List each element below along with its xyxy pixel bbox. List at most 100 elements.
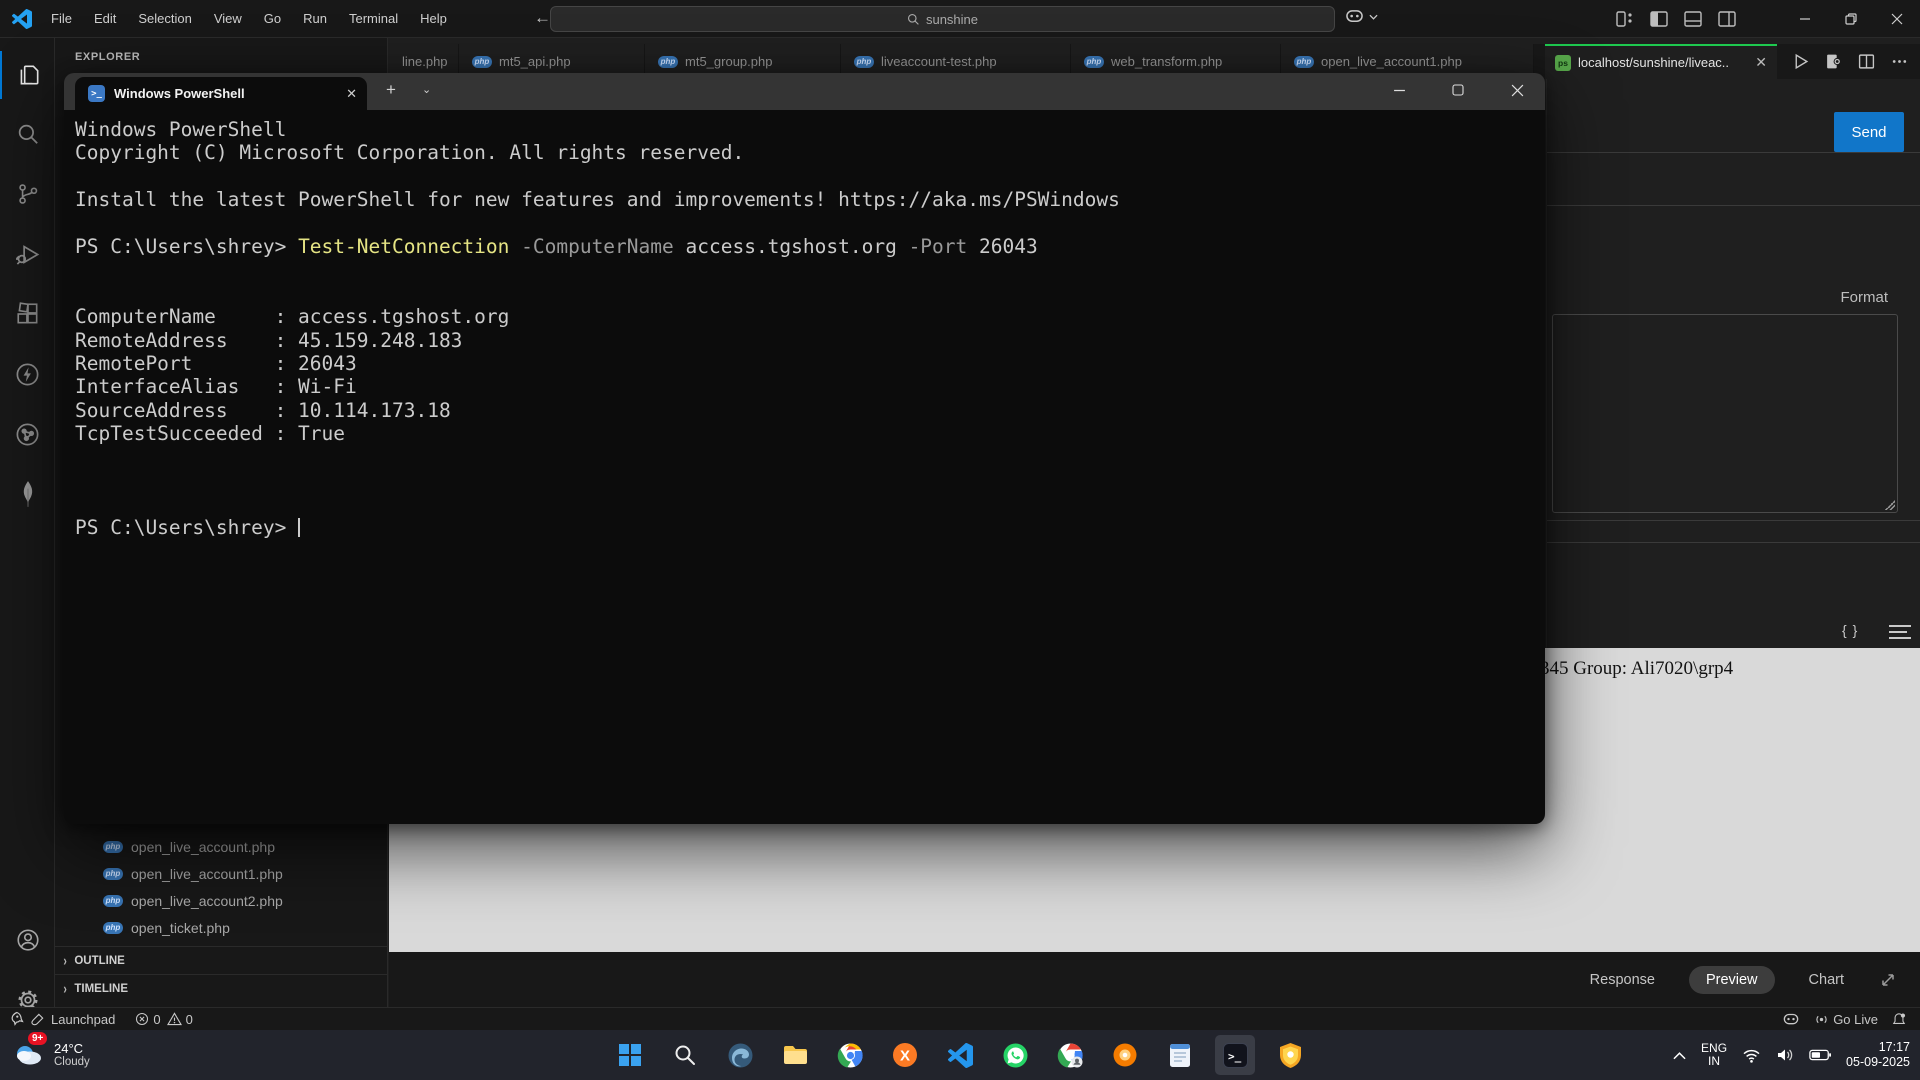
taskbar-icon-xampp[interactable]: X (885, 1035, 925, 1075)
tab-localhost-sunshine[interactable]: ps localhost/sunshine/liveac.. ✕ (1545, 44, 1777, 79)
clock[interactable]: 17:17 05-09-2025 (1846, 1040, 1910, 1070)
menu-file[interactable]: File (40, 0, 83, 38)
menu-view[interactable]: View (203, 0, 253, 38)
menu-go[interactable]: Go (253, 0, 292, 38)
chevron-right-icon: › (63, 952, 66, 969)
request-body-textarea[interactable] (1552, 314, 1898, 513)
open-preview-icon[interactable] (1825, 53, 1842, 70)
notification-badge: 9+ (28, 1032, 47, 1045)
run-debug-icon[interactable] (0, 230, 55, 278)
taskbar-icon-shield-app[interactable] (1270, 1035, 1310, 1075)
search-query: sunshine (926, 12, 978, 27)
terminal-line (75, 165, 1120, 188)
wrap-lines-icon[interactable] (1889, 625, 1911, 643)
toggle-secondary-sidebar-icon[interactable] (1717, 9, 1737, 29)
file-name: open_live_account2.php (131, 893, 283, 909)
close-terminal-tab-icon[interactable]: ✕ (346, 86, 357, 102)
command-segment: access.tgshost.org (686, 235, 909, 258)
terminal-cursor (298, 518, 300, 537)
resize-grip[interactable] (1885, 500, 1895, 510)
customize-layout-icon[interactable] (1615, 9, 1635, 29)
taskbar-icon-terminal[interactable]: >_ (1215, 1035, 1255, 1075)
taskbar-icon-edge[interactable] (720, 1035, 760, 1075)
taskbar-icon-orange-app[interactable] (1105, 1035, 1145, 1075)
close-tab-icon[interactable]: ✕ (1755, 54, 1767, 71)
go-live-status[interactable]: Go Live (1814, 1012, 1878, 1027)
taskbar-icon-chrome[interactable] (830, 1035, 870, 1075)
menu-help[interactable]: Help (409, 0, 458, 38)
tab-dropdown-icon[interactable]: ⌄ (422, 83, 431, 96)
send-button[interactable]: Send (1834, 112, 1904, 152)
tab-preview[interactable]: Preview (1689, 966, 1775, 994)
file-name: open_live_account1.php (131, 866, 283, 882)
network-graph-icon[interactable] (0, 410, 55, 458)
taskbar-icon-notepad[interactable] (1160, 1035, 1200, 1075)
wifi-icon[interactable] (1742, 1048, 1761, 1063)
menu-run[interactable]: Run (292, 0, 338, 38)
more-actions-icon[interactable] (1891, 53, 1908, 70)
file-item[interactable]: phpopen_live_account.php (55, 833, 387, 860)
terminal-tab-title: Windows PowerShell (114, 86, 245, 101)
restore-icon[interactable] (1828, 0, 1874, 38)
weather-widget[interactable]: 9+ 24°C Cloudy (10, 1036, 90, 1072)
desktop: FileEditSelectionViewGoRunTerminalHelp ←… (0, 0, 1920, 1080)
file-item[interactable]: phpopen_live_account1.php (55, 860, 387, 887)
terminal-tab[interactable]: >_ Windows PowerShell ✕ (75, 77, 367, 110)
menu-terminal[interactable]: Terminal (338, 0, 409, 38)
mongodb-icon[interactable] (0, 470, 55, 518)
php-file-icon: php (103, 922, 123, 934)
terminal-maximize-icon[interactable] (1430, 73, 1486, 107)
split-editor-icon[interactable] (1858, 53, 1875, 70)
source-control-icon[interactable] (0, 170, 55, 218)
terminal-output[interactable]: Windows PowerShellCopyright (C) Microsof… (75, 118, 1120, 539)
terminal-titlebar[interactable]: >_ Windows PowerShell ✕ + ⌄ (64, 73, 1545, 110)
tab-response[interactable]: Response (1590, 972, 1655, 988)
tab-chart[interactable]: Chart (1809, 972, 1844, 988)
volume-icon[interactable] (1776, 1047, 1794, 1063)
command-center-search[interactable]: sunshine (550, 6, 1335, 32)
explorer-icon[interactable] (0, 51, 55, 99)
terminal-minimize-icon[interactable] (1371, 73, 1427, 107)
warnings-status[interactable]: 0 (167, 1012, 193, 1027)
toggle-panel-icon[interactable] (1683, 9, 1703, 29)
run-play-icon[interactable] (1792, 53, 1809, 70)
terminal-line: RemoteAddress : 45.159.248.183 (75, 329, 1120, 352)
errors-status[interactable]: 0 (135, 1012, 160, 1027)
back-arrow-icon[interactable]: ← (534, 0, 551, 38)
tray-date: 05-09-2025 (1846, 1055, 1910, 1070)
format-json-icon[interactable]: { } (1842, 622, 1858, 638)
account-icon[interactable] (0, 916, 55, 964)
extensions-icon[interactable] (0, 290, 55, 338)
request-url-row[interactable]: Send (1547, 79, 1920, 153)
thunder-client-icon[interactable] (0, 350, 55, 398)
taskbar-icon-vscode[interactable] (940, 1035, 980, 1075)
divider (1547, 205, 1920, 206)
copilot-menu[interactable] (1345, 8, 1378, 25)
taskbar-icon-search[interactable] (665, 1035, 705, 1075)
minimize-icon[interactable] (1782, 0, 1828, 38)
taskbar-icon-chrome-profile[interactable] (1050, 1035, 1090, 1075)
file-item[interactable]: phpopen_ticket.php (55, 914, 387, 941)
menu-edit[interactable]: Edit (83, 0, 127, 38)
toggle-sidebar-icon[interactable] (1649, 9, 1669, 29)
timeline-section[interactable]: › TIMELINE (55, 974, 387, 1002)
bell-icon[interactable] (1892, 1012, 1906, 1027)
outline-section[interactable]: › OUTLINE (55, 946, 387, 974)
launchpad-status[interactable]: Launchpad (51, 1012, 115, 1027)
taskbar-icon-whatsapp[interactable] (995, 1035, 1035, 1075)
search-sidebar-icon[interactable] (0, 110, 55, 158)
tab-label: localhost/sunshine/liveac.. (1578, 55, 1729, 70)
tray-chevron-up-icon[interactable] (1673, 1051, 1686, 1060)
copilot-status-icon[interactable] (1782, 1012, 1800, 1027)
menu-selection[interactable]: Selection (127, 0, 202, 38)
taskbar-icon-file-explorer[interactable] (775, 1035, 815, 1075)
battery-icon[interactable] (1809, 1049, 1831, 1061)
close-icon[interactable] (1874, 0, 1920, 38)
expand-icon[interactable] (1878, 970, 1898, 990)
file-item[interactable]: phpopen_live_account2.php (55, 887, 387, 914)
taskbar-icon-start[interactable] (610, 1035, 650, 1075)
language-indicator[interactable]: ENG IN (1701, 1042, 1727, 1068)
svg-text:>_: >_ (1228, 1050, 1242, 1063)
new-tab-icon[interactable]: + (386, 80, 396, 100)
terminal-close-icon[interactable] (1489, 73, 1545, 107)
